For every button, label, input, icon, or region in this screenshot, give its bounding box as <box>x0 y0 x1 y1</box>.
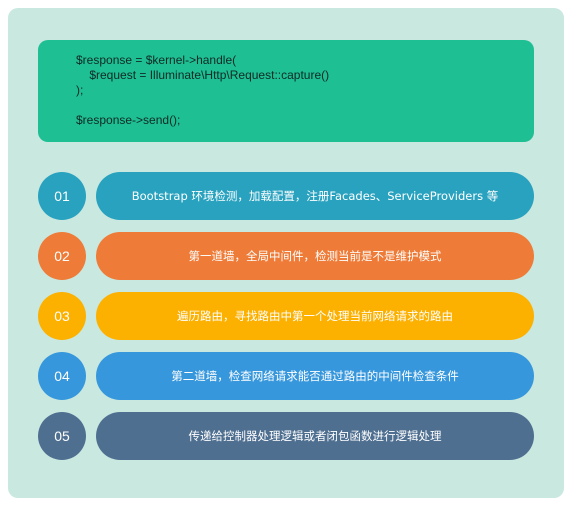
step-4: 04 第二道墙，检查网络请求能否通过路由的中间件检查条件 <box>38 352 534 400</box>
step-description: 遍历路由，寻找路由中第一个处理当前网络请求的路由 <box>96 292 534 340</box>
code-line: $request = Illuminate\Http\Request::capt… <box>76 68 330 82</box>
code-line: ); <box>76 83 84 97</box>
step-1: 01 Bootstrap 环境检测，加载配置，注册Facades、Service… <box>38 172 534 220</box>
step-description: 第一道墙，全局中间件，检测当前是不是维护模式 <box>96 232 534 280</box>
code-line: $response = $kernel->handle( <box>76 53 237 67</box>
step-description: 传递给控制器处理逻辑或者闭包函数进行逻辑处理 <box>96 412 534 460</box>
step-description: 第二道墙，检查网络请求能否通过路由的中间件检查条件 <box>96 352 534 400</box>
step-number-badge: 04 <box>38 352 86 400</box>
step-3: 03 遍历路由，寻找路由中第一个处理当前网络请求的路由 <box>38 292 534 340</box>
code-block: $response = $kernel->handle( $request = … <box>38 40 534 142</box>
step-number-badge: 05 <box>38 412 86 460</box>
step-number-badge: 03 <box>38 292 86 340</box>
step-number-badge: 01 <box>38 172 86 220</box>
step-2: 02 第一道墙，全局中间件，检测当前是不是维护模式 <box>38 232 534 280</box>
step-description: Bootstrap 环境检测，加载配置，注册Facades、ServicePro… <box>96 172 534 220</box>
step-number-badge: 02 <box>38 232 86 280</box>
background-panel: $response = $kernel->handle( $request = … <box>8 8 564 498</box>
code-line: $response->send(); <box>76 113 181 127</box>
step-5: 05 传递给控制器处理逻辑或者闭包函数进行逻辑处理 <box>38 412 534 460</box>
